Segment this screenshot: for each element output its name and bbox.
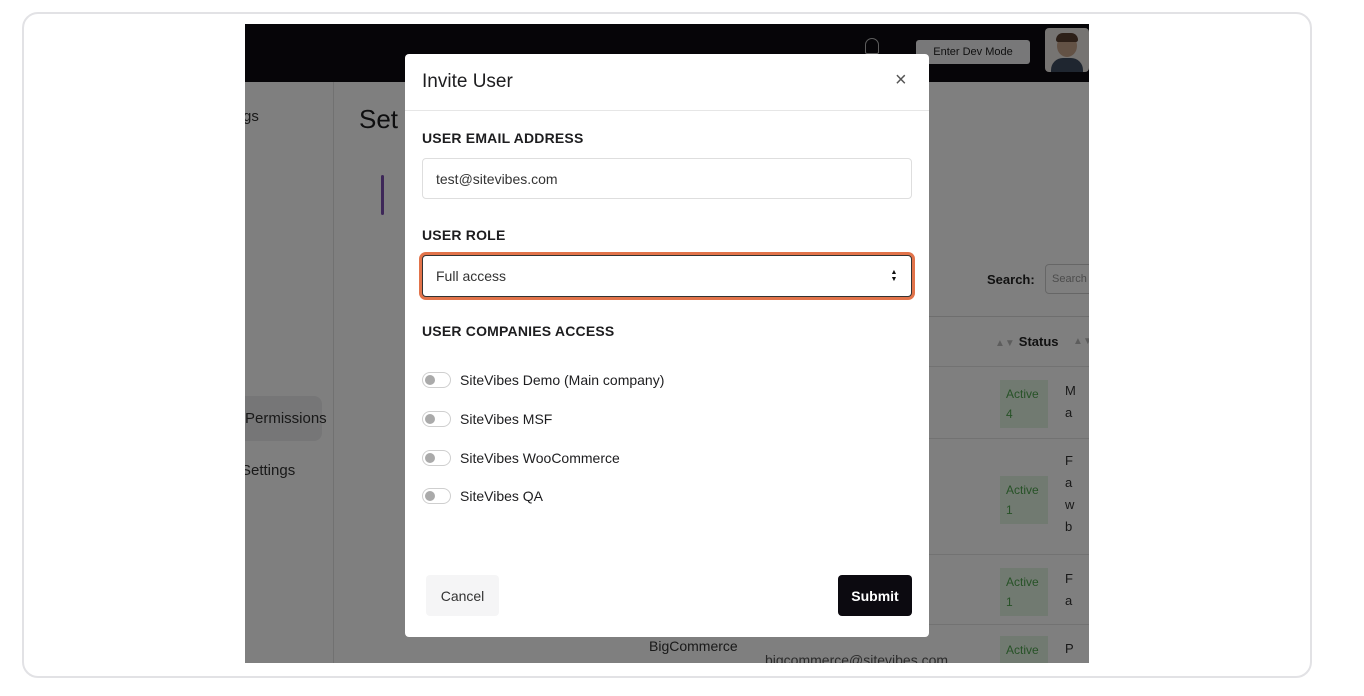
role-label: USER ROLE — [422, 227, 506, 243]
company-toggle[interactable] — [422, 372, 451, 388]
company-toggle[interactable] — [422, 450, 451, 466]
company-toggle[interactable] — [422, 411, 451, 427]
toggle-knob — [425, 414, 435, 424]
toggle-knob — [425, 453, 435, 463]
company-toggle-row: SiteVibes Demo (Main company) — [422, 369, 664, 391]
company-toggle[interactable] — [422, 488, 451, 504]
submit-button[interactable]: Submit — [838, 575, 912, 616]
company-toggle-label: SiteVibes WooCommerce — [460, 450, 620, 466]
company-toggle-row: SiteVibes MSF — [422, 408, 552, 430]
email-field[interactable] — [422, 158, 912, 199]
company-toggle-label: SiteVibes MSF — [460, 411, 553, 427]
company-toggle-label: SiteVibes Demo (Main company) — [460, 372, 665, 388]
company-toggle-row: SiteVibes QA — [422, 485, 543, 507]
toggle-knob — [425, 491, 435, 501]
modal-header: Invite User × — [405, 54, 929, 111]
select-caret-icon: ▲▼ — [890, 269, 898, 283]
modal-title: Invite User — [422, 71, 513, 92]
role-select-value: Full access — [436, 268, 507, 284]
companies-label: USER COMPANIES ACCESS — [422, 323, 615, 339]
invite-user-modal: Invite User × USER EMAIL ADDRESS USER RO… — [405, 54, 929, 637]
company-toggle-row: SiteVibes WooCommerce — [422, 447, 620, 469]
company-toggle-label: SiteVibes QA — [460, 488, 544, 504]
role-select[interactable]: Full access ▲▼ — [422, 255, 912, 297]
toggle-knob — [425, 375, 435, 385]
email-label: USER EMAIL ADDRESS — [422, 130, 584, 146]
close-icon[interactable]: × — [895, 69, 907, 92]
cancel-button[interactable]: Cancel — [426, 575, 499, 616]
